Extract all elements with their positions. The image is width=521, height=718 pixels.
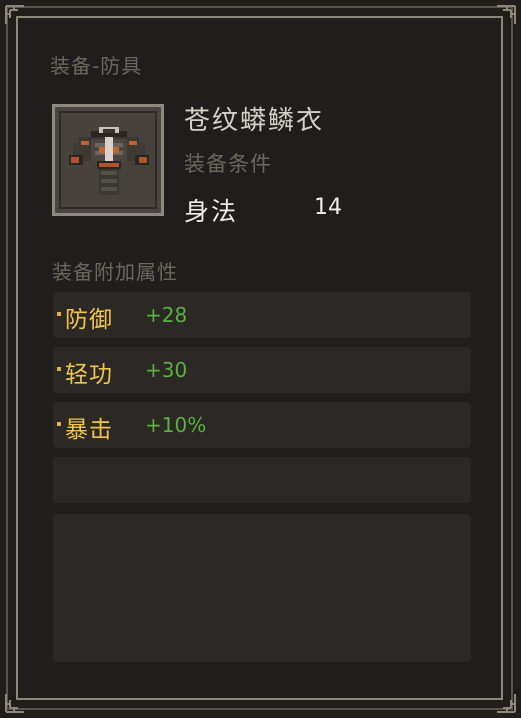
armor-robe-icon — [69, 127, 149, 195]
item-name: 苍纹蟒鳞衣 — [184, 106, 325, 136]
item-tooltip: 装备-防具 苍纹蟒鳞衣 装备条件 身法 14 装备附加属性 防御 +28 轻功 … — [0, 0, 521, 718]
bonus-value: +10% — [145, 413, 207, 437]
corner-ornament-icon — [4, 4, 26, 26]
bonus-row: 暴击 +10% — [53, 402, 471, 448]
corner-ornament-icon — [495, 692, 517, 714]
corner-ornament-icon — [4, 692, 26, 714]
bonus-label: 防御 — [65, 307, 113, 333]
item-icon-slot[interactable] — [52, 104, 164, 216]
bonus-value: +30 — [145, 358, 188, 382]
requirement-value: 14 — [314, 195, 342, 220]
bullet-icon — [57, 367, 61, 371]
description-box — [53, 514, 471, 662]
requirement-attribute: 身法 — [184, 197, 239, 226]
bonus-label: 暴击 — [65, 417, 113, 443]
bonus-row: 防御 +28 — [53, 292, 471, 338]
bonus-value: +28 — [145, 303, 188, 327]
bonus-row: 轻功 +30 — [53, 347, 471, 393]
item-category: 装备-防具 — [50, 54, 143, 78]
empty-bonus-row — [53, 457, 471, 503]
bullet-icon — [57, 422, 61, 426]
bonus-section-title: 装备附加属性 — [52, 260, 178, 284]
bonus-label: 轻功 — [65, 362, 113, 388]
bullet-icon — [57, 312, 61, 316]
corner-ornament-icon — [495, 4, 517, 26]
requirement-title: 装备条件 — [184, 152, 272, 176]
